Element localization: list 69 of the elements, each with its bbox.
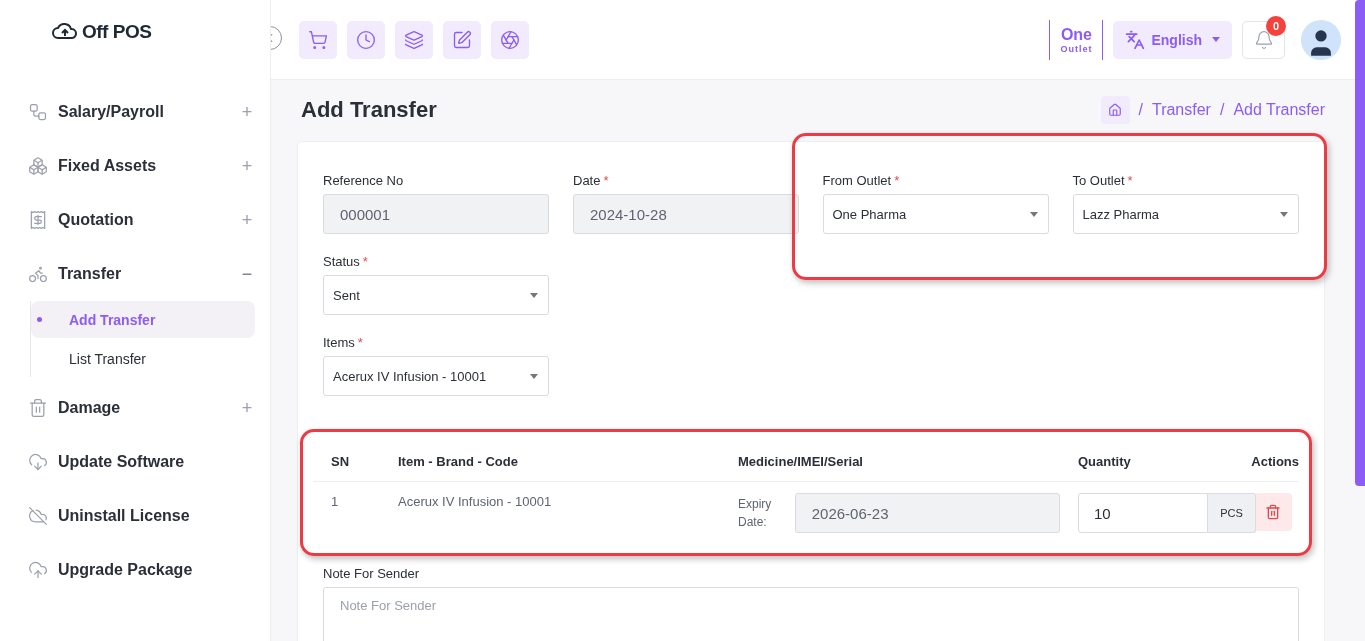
select-field[interactable]: Sent — [323, 275, 549, 315]
field-label: Date * — [573, 173, 610, 188]
field-label: To Outlet * — [1072, 173, 1134, 188]
outlet-indicator: One Outlet — [1049, 19, 1104, 60]
breadcrumb-link[interactable]: Transfer — [1151, 101, 1211, 119]
receipt-icon — [28, 210, 48, 230]
sidebar-item[interactable]: Update Software — [28, 435, 255, 489]
logo-text: Off POS — [82, 21, 152, 43]
clock-button[interactable] — [347, 20, 385, 59]
column-header: Item - Brand - Code — [380, 442, 720, 482]
field-label: Status * — [323, 254, 369, 269]
boxes-icon — [28, 156, 48, 176]
sidebar-item[interactable]: Salary/Payroll + — [28, 85, 255, 139]
bicycle-icon — [28, 264, 48, 284]
sidebar-item[interactable]: Damage + — [28, 381, 255, 435]
submenu-item[interactable]: Add Transfer — [31, 301, 255, 338]
scrollbar[interactable] — [1355, 0, 1365, 486]
field-label: Note For Sender — [323, 566, 421, 581]
translate-icon — [1125, 29, 1146, 50]
page-title: Add Transfer — [301, 97, 437, 123]
bell-icon — [1253, 29, 1274, 50]
aperture-icon — [500, 29, 520, 50]
unit-label: PCS — [1208, 493, 1256, 533]
layers-button[interactable] — [395, 20, 433, 59]
column-header: Quantity — [1060, 442, 1219, 482]
cloud-off-icon — [28, 506, 48, 526]
clock-icon — [356, 29, 376, 50]
select-field[interactable]: Lazz Pharma — [1072, 194, 1299, 234]
field-label: Items * — [323, 335, 364, 350]
cloud-upload-icon — [28, 560, 48, 580]
breadcrumb-separator: / — [1138, 101, 1143, 119]
edit-button[interactable] — [443, 20, 481, 59]
layers-icon — [404, 29, 424, 50]
avatar[interactable] — [1301, 19, 1341, 60]
column-header: SN — [313, 442, 380, 482]
expiry-date-field[interactable]: 2026-06-23 — [794, 493, 1060, 533]
sidebar-item[interactable]: Upgrade Package — [28, 543, 255, 597]
breadcrumb-link[interactable]: Add Transfer — [1233, 101, 1325, 119]
field-label: From Outlet * — [822, 173, 901, 188]
trash-icon — [28, 398, 48, 418]
table-cell: 1 — [313, 481, 380, 545]
network-icon — [28, 102, 48, 122]
cloud-logo-icon — [52, 22, 78, 42]
breadcrumb-separator: / — [1219, 101, 1225, 119]
select-field[interactable]: One Pharma — [822, 194, 1049, 234]
delete-button[interactable] — [1254, 493, 1292, 531]
column-header: Medicine/IMEI/Serial — [720, 442, 1060, 482]
trash-icon — [1265, 504, 1281, 520]
field-label: Reference No — [323, 173, 405, 188]
sidebar-item[interactable]: Uninstall License — [28, 489, 255, 543]
sidebar-item[interactable]: Quotation + — [28, 193, 255, 247]
submenu-item[interactable]: List Transfer — [31, 340, 255, 377]
sidebar-item[interactable]: Fixed Assets + — [28, 139, 255, 193]
cloud-download-icon — [28, 452, 48, 472]
home-link[interactable] — [1100, 96, 1130, 124]
note-textarea[interactable]: Note For Sender — [323, 587, 1299, 641]
expiry-label: Expiry Date: — [738, 496, 773, 531]
edit-icon — [452, 29, 472, 50]
cart-icon — [308, 29, 328, 50]
column-header: Actions — [1219, 442, 1299, 482]
home-icon — [1108, 103, 1122, 117]
table-cell: Acerux IV Infusion - 10001 — [380, 481, 720, 545]
aperture-button[interactable] — [491, 20, 529, 59]
cart-button[interactable] — [299, 20, 337, 59]
sidebar-item[interactable]: Transfer − — [28, 247, 255, 301]
select-field[interactable]: Acerux IV Infusion - 10001 — [323, 356, 549, 396]
notification-count: 0 — [1266, 15, 1286, 36]
language-dropdown[interactable]: English — [1113, 20, 1232, 59]
quantity-field[interactable]: 10 — [1078, 493, 1208, 533]
